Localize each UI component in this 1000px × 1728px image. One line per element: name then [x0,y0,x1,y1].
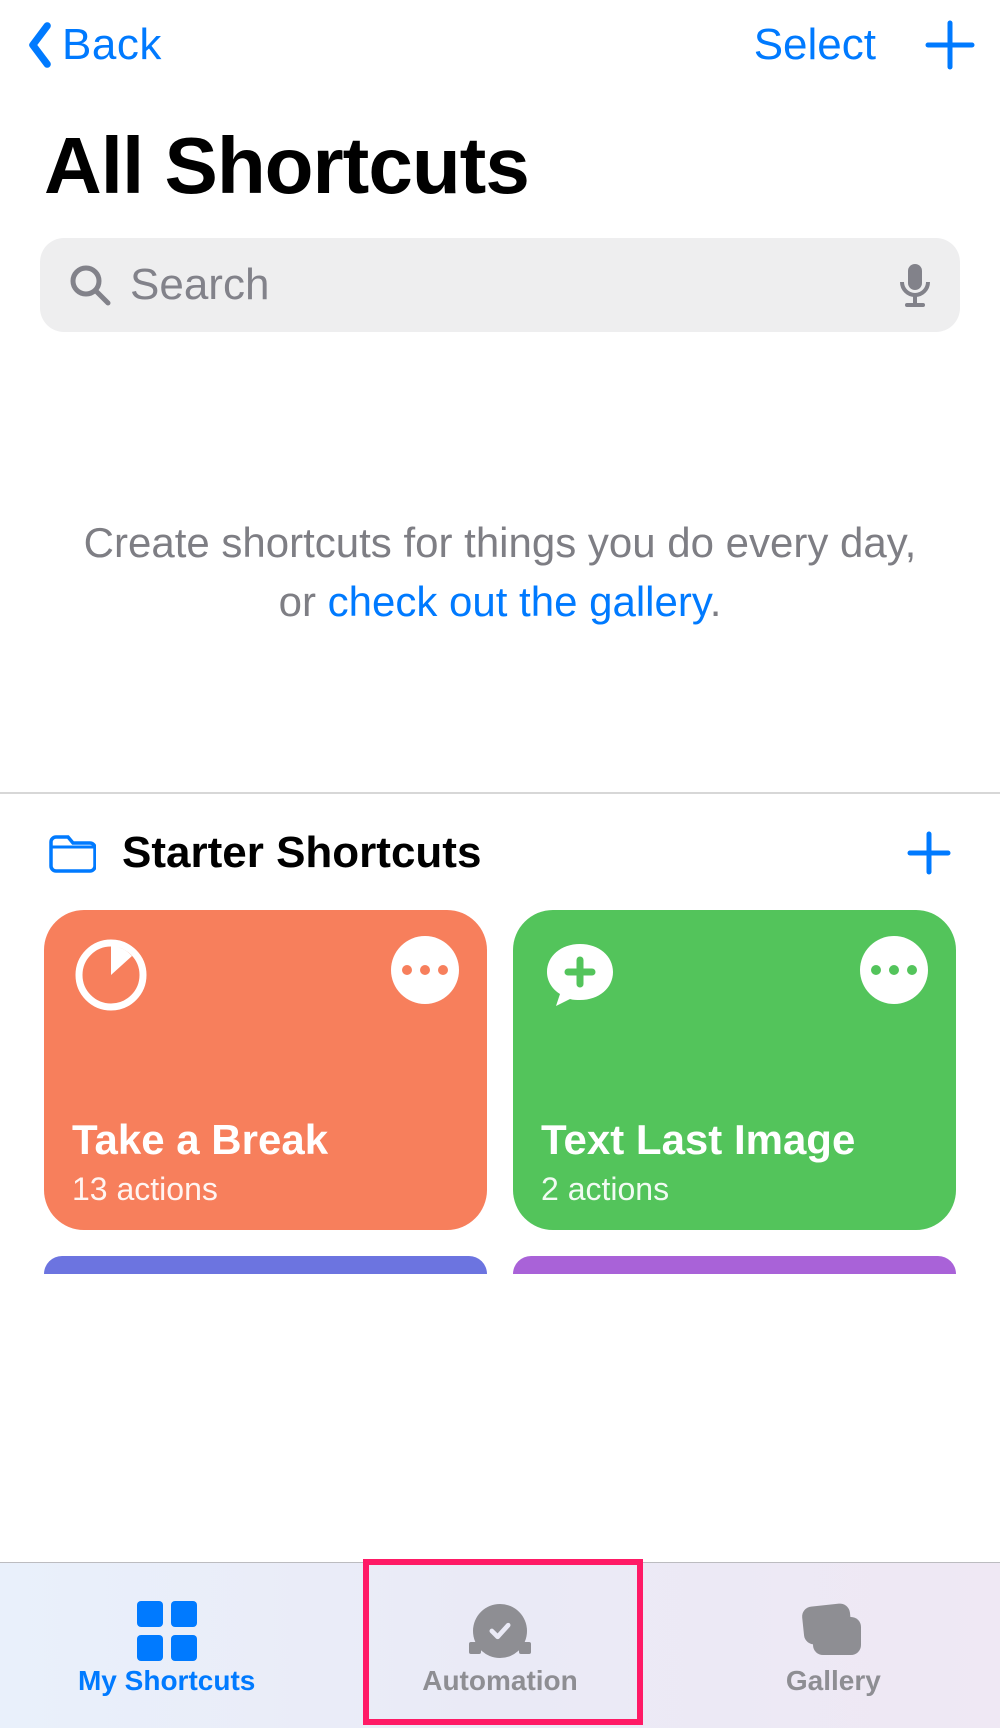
tab-automation[interactable]: Automation [333,1563,666,1728]
tile-more-button[interactable] [391,936,459,1004]
tab-my-shortcuts[interactable]: My Shortcuts [0,1563,333,1728]
search-field[interactable] [40,238,960,332]
select-button[interactable]: Select [754,20,876,70]
message-plus-icon [541,936,619,1014]
add-shortcut-button[interactable] [924,19,976,71]
tile-subtitle: 2 actions [541,1171,928,1208]
automation-icon [468,1603,532,1659]
dot-icon [438,965,448,975]
tile-subtitle: 13 actions [72,1171,459,1208]
dot-icon [889,965,899,975]
tab-bar: My Shortcuts Automation Gallery [0,1562,1000,1728]
gallery-icon [801,1603,865,1659]
timer-icon [72,936,150,1014]
tab-label: My Shortcuts [78,1665,255,1697]
tab-gallery[interactable]: Gallery [667,1563,1000,1728]
section-starter-shortcuts[interactable]: Starter Shortcuts [0,794,1000,882]
nav-bar: Back Select [0,0,1000,90]
grid-icon [135,1603,199,1659]
empty-suffix: . [710,578,722,625]
peeking-tiles [0,1230,1000,1274]
search-input[interactable] [130,260,880,310]
shortcut-tile-take-a-break[interactable]: Take a Break 13 actions [44,910,487,1230]
add-to-section-button[interactable] [906,830,952,876]
shortcut-tile-peek[interactable] [44,1256,487,1274]
dictate-icon[interactable] [898,262,932,308]
search-icon [68,263,112,307]
dot-icon [402,965,412,975]
empty-state-text: Create shortcuts for things you do every… [0,334,1000,792]
shortcut-tiles: Take a Break 13 actions [0,882,1000,1230]
chevron-left-icon [24,21,56,69]
tile-name: Take a Break [72,1116,459,1164]
shortcut-tile-peek[interactable] [513,1256,956,1274]
dot-icon [420,965,430,975]
folder-icon [48,833,96,873]
dot-icon [871,965,881,975]
dot-icon [907,965,917,975]
page-title: All Shortcuts [0,90,1000,220]
tab-label: Gallery [786,1665,881,1697]
gallery-link[interactable]: check out the gallery [328,578,710,625]
back-button[interactable]: Back [24,20,162,70]
back-label: Back [62,20,162,70]
section-title: Starter Shortcuts [122,828,880,878]
tile-more-button[interactable] [860,936,928,1004]
tile-name: Text Last Image [541,1116,928,1164]
tab-label: Automation [422,1665,578,1697]
shortcut-tile-text-last-image[interactable]: Text Last Image 2 actions [513,910,956,1230]
